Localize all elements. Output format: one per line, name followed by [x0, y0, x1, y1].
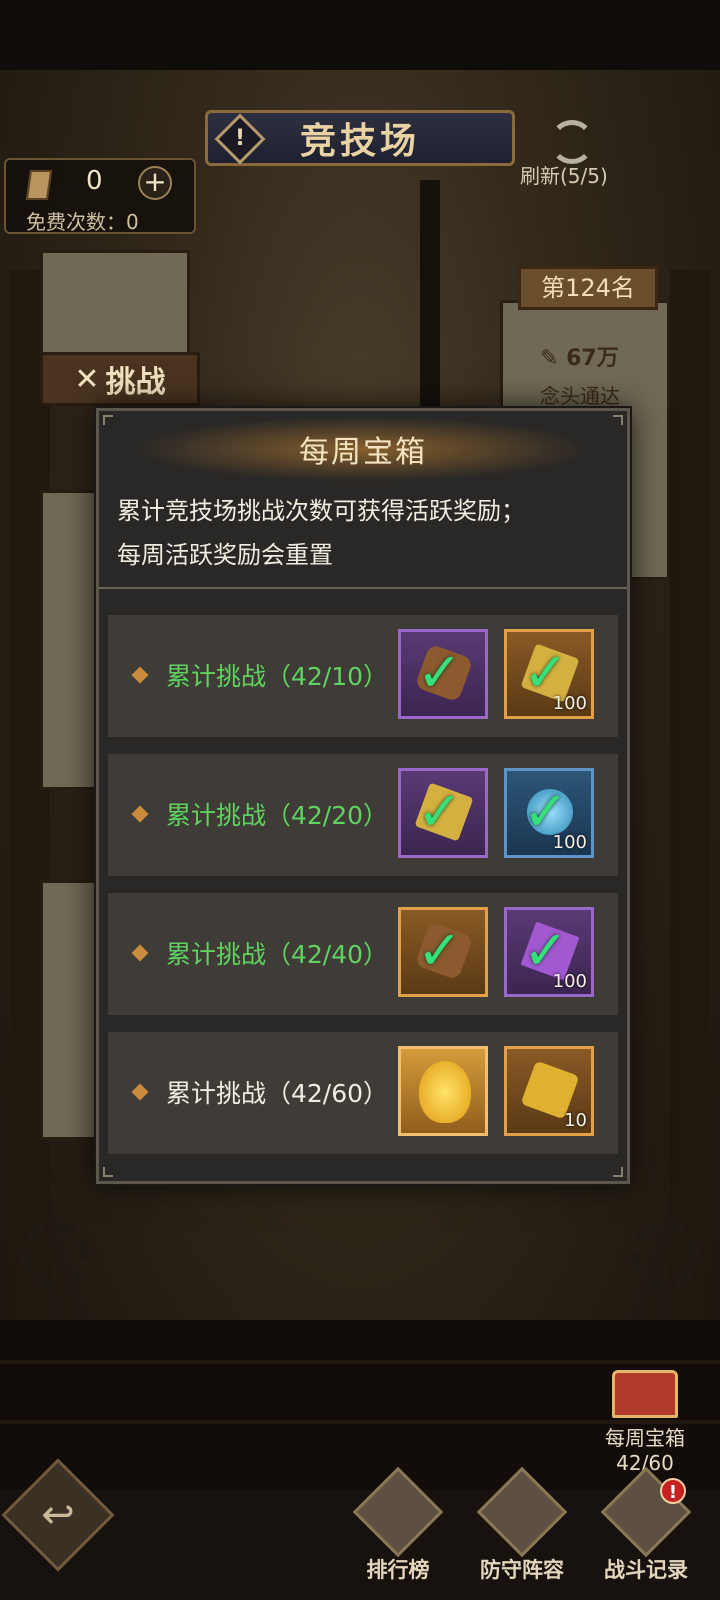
task-row: 累计挑战（42/10） ✓ ✓ 100 [108, 615, 618, 737]
notification-badge: ! [660, 1478, 686, 1504]
task-label: 累计挑战（42/20） [166, 801, 389, 830]
task-label: 累计挑战（42/60） [166, 1079, 389, 1108]
bullet-icon [131, 805, 149, 823]
left-wall [10, 270, 50, 1370]
reward-blue-orb[interactable]: ✓ 100 [504, 768, 594, 858]
description-line-2: 每周活跃奖励会重置 [117, 541, 333, 569]
task-row: 累计挑战（42/40） ✓ ✓ 100 [108, 893, 618, 1015]
arena-title-plate: ! 竞技场 [205, 110, 515, 166]
divider [99, 587, 627, 589]
checkmark-icon: ✓ [523, 780, 569, 843]
reward-ore[interactable]: ✓ [398, 629, 488, 719]
defense-lineup-button[interactable]: 防守阵容 [462, 1466, 582, 1590]
checkmark-icon: ✓ [523, 919, 569, 982]
leaderboard-button[interactable]: 排行榜 [338, 1466, 458, 1590]
bullet-icon [131, 944, 149, 962]
modal-title: 每周宝箱 [299, 435, 427, 470]
ticket-icon [25, 170, 53, 200]
refresh-button[interactable]: 刷新(5/5) [520, 120, 660, 190]
ticket-panel: 0 + 免费次数：0 [4, 158, 196, 234]
challenge-label: 挑战 [105, 365, 166, 400]
opponent-name: 念头通达 [540, 384, 620, 408]
reward-quantity: 10 [564, 1110, 587, 1131]
crossed-swords-icon: ✕ [74, 361, 100, 397]
weekly-chest-button[interactable]: 每周宝箱 42/60 [595, 1370, 695, 1475]
reward-amber-stone[interactable]: ✓ [398, 907, 488, 997]
reward-quantity: 100 [552, 832, 587, 853]
add-ticket-button[interactable]: + [138, 166, 172, 200]
challenge-button[interactable]: ✕ 挑战 [40, 352, 200, 406]
bullet-icon [131, 666, 149, 684]
reward-quantity: 100 [552, 693, 587, 714]
description-line-1: 累计竞技场挑战次数可获得活跃奖励； [117, 497, 525, 525]
opponent-power-value: 67万 [566, 346, 619, 371]
refresh-icon [550, 120, 594, 164]
reward-puzzle-piece[interactable]: 10 [504, 1046, 594, 1136]
modal-description: 累计竞技场挑战次数可获得活跃奖励； 每周活跃奖励会重置 [117, 489, 617, 577]
checkmark-icon: ✓ [523, 641, 569, 704]
bullet-icon [131, 1083, 149, 1101]
treasure-chest-icon [612, 1370, 678, 1418]
checkmark-icon: ✓ [417, 780, 463, 843]
reward-golden-egg[interactable] [398, 1046, 488, 1136]
reward-gold-ore[interactable]: ✓ [398, 768, 488, 858]
weekly-chest-label: 每周宝箱 [605, 1426, 685, 1450]
golden-egg-icon [419, 1061, 471, 1123]
gear-icon [20, 1220, 90, 1290]
status-bar-area [0, 0, 720, 70]
bar-chart-icon [352, 1466, 444, 1558]
leaderboard-label: 排行榜 [366, 1558, 430, 1582]
page-title: 竞技场 [299, 120, 420, 162]
reward-quantity: 100 [552, 971, 587, 992]
back-arrow-icon: ↩ [41, 1492, 75, 1538]
opponent-power: ✎ 67万 [540, 346, 619, 371]
shield-icon [476, 1466, 568, 1558]
modal-header: 每周宝箱 [99, 411, 627, 487]
defense-lineup-label: 防守阵容 [480, 1558, 564, 1582]
reward-purple-crystal[interactable]: ✓ 100 [504, 907, 594, 997]
battle-log-button[interactable]: ! 战斗记录 [586, 1466, 706, 1590]
free-times-label: 免费次数：0 [26, 210, 139, 234]
checkmark-icon: ✓ [417, 919, 463, 982]
refresh-label: 刷新(5/5) [520, 164, 608, 188]
ticket-count: 0 [86, 166, 103, 196]
weekly-chest-modal: 每周宝箱 累计竞技场挑战次数可获得活跃奖励； 每周活跃奖励会重置 累计挑战（42… [96, 408, 630, 1184]
reward-gold-ingot[interactable]: ✓ 100 [504, 629, 594, 719]
right-wall [670, 270, 710, 1370]
gear-icon [630, 1220, 700, 1290]
task-label: 累计挑战（42/40） [166, 940, 389, 969]
opponent-rank: 第124名 [518, 266, 658, 310]
task-row: 累计挑战（42/20） ✓ ✓ 100 [108, 754, 618, 876]
info-icon[interactable]: ! [214, 113, 266, 165]
checkmark-icon: ✓ [417, 641, 463, 704]
task-label: 累计挑战（42/10） [166, 662, 389, 691]
battle-log-label: 战斗记录 [604, 1558, 688, 1582]
task-row: 累计挑战（42/60） 10 [108, 1032, 618, 1154]
